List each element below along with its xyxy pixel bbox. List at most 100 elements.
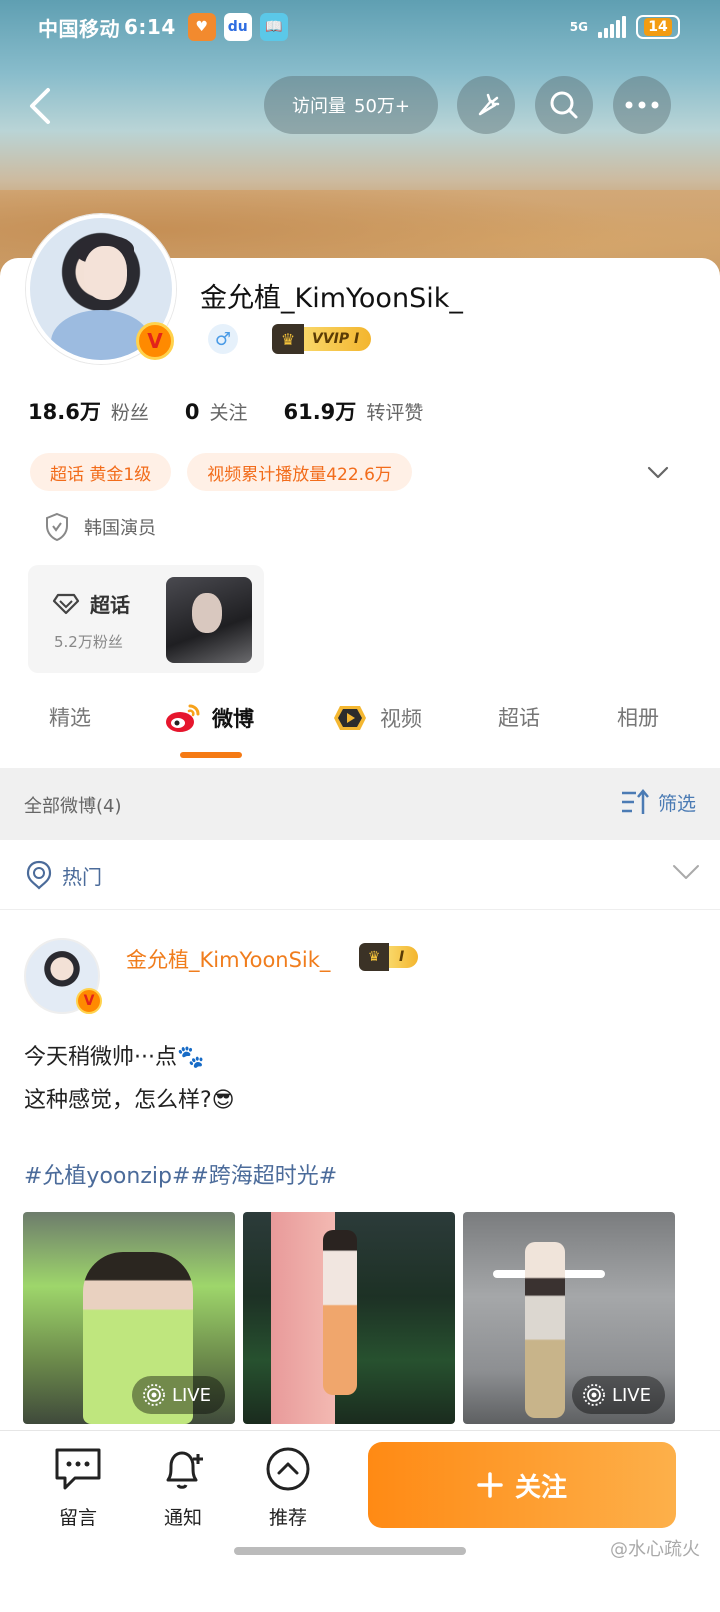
feed-filter-bar: 全部微博(4) 筛选 (0, 768, 720, 840)
tab-weibo[interactable]: 微博 (164, 702, 254, 734)
profile-avatar[interactable]: V (26, 214, 176, 364)
vvip-badge[interactable]: ♛ VVIP Ⅰ (272, 324, 372, 354)
post-author-name[interactable]: 金允植_KimYoonSik_ (126, 944, 330, 974)
following-count[interactable]: 0 (185, 400, 200, 424)
post-crown-icon: ♛ (359, 943, 389, 971)
tab-video[interactable]: 视频 (330, 702, 422, 734)
post-verified-v-icon: V (76, 988, 102, 1014)
comment-button[interactable]: 留言 (38, 1441, 118, 1530)
visits-value: 50万+ (354, 96, 410, 117)
home-indicator[interactable] (234, 1547, 466, 1555)
back-button[interactable] (22, 82, 62, 130)
following-label[interactable]: 关注 (209, 398, 247, 425)
shield-icon (46, 512, 68, 542)
supertopic-level-chip[interactable]: 超话 黄金1级 (30, 453, 172, 491)
bottom-action-bar: 留言 通知 推荐 关注 @水心疏火 (0, 1430, 720, 1612)
hot-pin-icon (26, 860, 52, 890)
network-label: 5G (569, 20, 588, 34)
more-dots-icon (625, 101, 659, 109)
verified-v-icon: V (136, 322, 174, 360)
heart-app-icon: ♥ (187, 13, 216, 41)
carrot-button[interactable] (457, 76, 515, 134)
filter-label: 筛选 (657, 792, 696, 815)
profile-tabs: 精选 微博 视频 超话 相册 (0, 690, 720, 762)
interactions-count: 61.9万 (283, 400, 357, 424)
post-line-1: 今天稍微帅···点🐾 (24, 1045, 205, 1070)
hot-sort-bar[interactable]: 热门 (0, 840, 720, 910)
signal-icon (598, 16, 626, 38)
bell-plus-icon (166, 1451, 203, 1489)
recommend-label: 推荐 (268, 1507, 307, 1529)
post-media-1[interactable]: LIVE (23, 1212, 235, 1424)
post-media-3[interactable]: LIVE (463, 1212, 675, 1424)
profile-name: 金允植_KimYoonSik_ (200, 283, 463, 314)
supertopic-title: 超话 (90, 593, 130, 617)
search-icon (550, 91, 578, 119)
post-line-2: 这种感觉，怎么样?😎 (24, 1088, 235, 1113)
video-plays-chip[interactable]: 视频累计播放量422.6万 (187, 453, 412, 491)
book-app-icon: 📖 (259, 13, 288, 41)
recommend-button[interactable]: 推荐 (248, 1441, 328, 1530)
fans-label[interactable]: 粉丝 (111, 398, 149, 425)
vvip-label: VVIP Ⅰ (304, 327, 372, 351)
comment-label: 留言 (58, 1507, 97, 1529)
notify-label: 通知 (163, 1507, 202, 1529)
search-button[interactable] (535, 76, 593, 134)
back-arrow-icon (30, 88, 50, 124)
battery-level: 14 (644, 18, 672, 36)
chevron-up-circle-icon (266, 1447, 310, 1491)
weibo-logo-icon (166, 704, 200, 732)
visits-label: 访问量 (292, 96, 346, 117)
chevron-down-icon[interactable] (646, 460, 670, 484)
baidu-app-icon: du (223, 13, 252, 41)
time-label: 6:14 (124, 15, 176, 39)
interactions-label: 转评赞 (366, 402, 424, 424)
supertopic-thumbnail (166, 577, 252, 663)
tab-video-label: 视频 (380, 707, 422, 731)
post-body: 今天稍微帅···点🐾 这种感觉，怎么样?😎 (24, 1036, 235, 1122)
post-media-2[interactable] (243, 1212, 455, 1424)
filter-button[interactable]: 筛选 (620, 788, 696, 816)
hot-label: 热门 (62, 864, 102, 889)
fans-count[interactable]: 18.6万 (28, 396, 101, 426)
visits-pill[interactable]: 访问量 50万+ (264, 76, 438, 134)
hot-chevron-down-icon[interactable] (672, 862, 700, 882)
follow-button[interactable]: 关注 (368, 1442, 676, 1528)
post-vip-label: Ⅰ (389, 946, 419, 968)
all-posts-count: 全部微博(4) (24, 796, 122, 817)
comment-bubble-icon (55, 1448, 101, 1490)
tab-supertopic-label: 超话 (498, 706, 540, 730)
live-photo-icon (583, 1384, 605, 1406)
diamond-icon (52, 593, 80, 614)
identity-label: 韩国演员 (84, 518, 156, 539)
crown-icon: ♛ (272, 324, 304, 354)
active-tab-indicator (180, 752, 242, 758)
post-vip-badge[interactable]: ♛ Ⅰ (359, 943, 419, 971)
supertopic-card[interactable]: 超话 5.2万粉丝 (28, 565, 264, 673)
live-label: LIVE (171, 1384, 211, 1406)
post-hashtags[interactable]: #允植yoonzip##跨海超时光# (24, 1158, 337, 1190)
tab-album[interactable]: 相册 (617, 702, 659, 732)
carrot-icon (478, 93, 500, 116)
filter-sort-icon (621, 789, 649, 814)
tab-weibo-label: 微博 (212, 707, 254, 731)
video-badge-icon (334, 706, 366, 730)
more-button[interactable] (613, 76, 671, 134)
profile-stats: 18.6万 粉丝 0 关注 61.9万 转评赞 (28, 396, 459, 426)
live-photo-icon (143, 1384, 165, 1406)
identity-row: 韩国演员 (44, 512, 156, 542)
live-badge: LIVE (131, 1376, 225, 1414)
tab-album-label: 相册 (617, 706, 659, 730)
live-label: LIVE (611, 1384, 651, 1406)
watermark-text: @水心疏火 (610, 1539, 700, 1560)
tab-featured[interactable]: 精选 (49, 702, 91, 732)
tab-featured-label: 精选 (49, 706, 91, 730)
notify-button[interactable]: 通知 (143, 1441, 223, 1530)
battery-icon: 14 (636, 15, 680, 39)
live-badge: LIVE (571, 1376, 665, 1414)
male-gender-icon: ♂ (208, 324, 238, 354)
carrier-label: 中国移动 (38, 16, 120, 41)
follow-label: 关注 (514, 1472, 567, 1503)
status-bar: 中国移动 6:14 ♥ du 📖 5G 14 (38, 10, 680, 44)
tab-supertopic[interactable]: 超话 (498, 702, 540, 732)
